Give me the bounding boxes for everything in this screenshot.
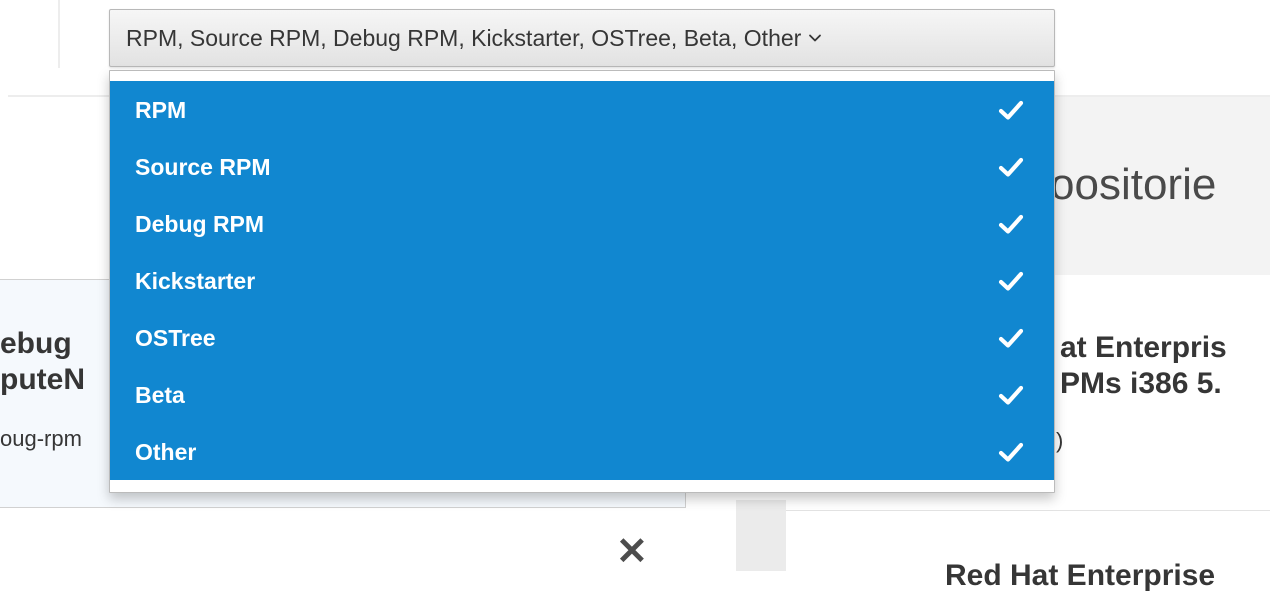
checkmark-icon (998, 327, 1024, 349)
checkmark-icon (998, 441, 1024, 463)
option-other[interactable]: Other (110, 423, 1054, 480)
checkmark-icon (998, 270, 1024, 292)
option-source-rpm[interactable]: Source RPM (110, 138, 1054, 195)
content-type-dropdown-menu: RPM Source RPM Debug RPM Kickstarter OST… (109, 70, 1055, 493)
checkmark-icon (998, 384, 1024, 406)
option-kickstarter[interactable]: Kickstarter (110, 252, 1054, 309)
repository-label: oug-rpm (0, 426, 82, 451)
option-label: Beta (135, 381, 185, 408)
dropdown-selected-summary: RPM, Source RPM, Debug RPM, Kickstarter,… (126, 25, 802, 51)
repository-list-item-subtitle: ) (1056, 428, 1064, 453)
option-label: Debug RPM (135, 210, 265, 237)
repositories-heading: oositorie (1050, 160, 1217, 209)
option-ostree[interactable]: OSTree (110, 309, 1054, 366)
scroll-gutter (736, 500, 786, 571)
repository-list-item-title-next[interactable]: Red Hat Enterprise (945, 558, 1215, 594)
checkmark-icon (998, 156, 1024, 178)
option-label: Other (135, 438, 197, 465)
list-divider (786, 510, 1270, 511)
checkmark-icon (998, 99, 1024, 121)
chevron-down-icon (808, 33, 822, 43)
toolbar-divider (58, 0, 60, 68)
checkmark-icon (998, 213, 1024, 235)
option-label: OSTree (135, 324, 216, 351)
repository-list-item-title[interactable]: at Enterpris PMs i386 5. (1060, 330, 1227, 402)
content-type-options: RPM Source RPM Debug RPM Kickstarter OST… (110, 81, 1054, 480)
option-beta[interactable]: Beta (110, 366, 1054, 423)
option-debug-rpm[interactable]: Debug RPM (110, 195, 1054, 252)
repository-title: ebug puteN (0, 327, 85, 396)
option-label: RPM (135, 96, 187, 123)
close-icon[interactable]: ✕ (616, 532, 648, 572)
content-type-filter-dropdown[interactable]: RPM, Source RPM, Debug RPM, Kickstarter,… (109, 9, 1055, 67)
option-rpm[interactable]: RPM (110, 81, 1054, 138)
option-label: Source RPM (135, 153, 271, 180)
option-label: Kickstarter (135, 267, 256, 294)
